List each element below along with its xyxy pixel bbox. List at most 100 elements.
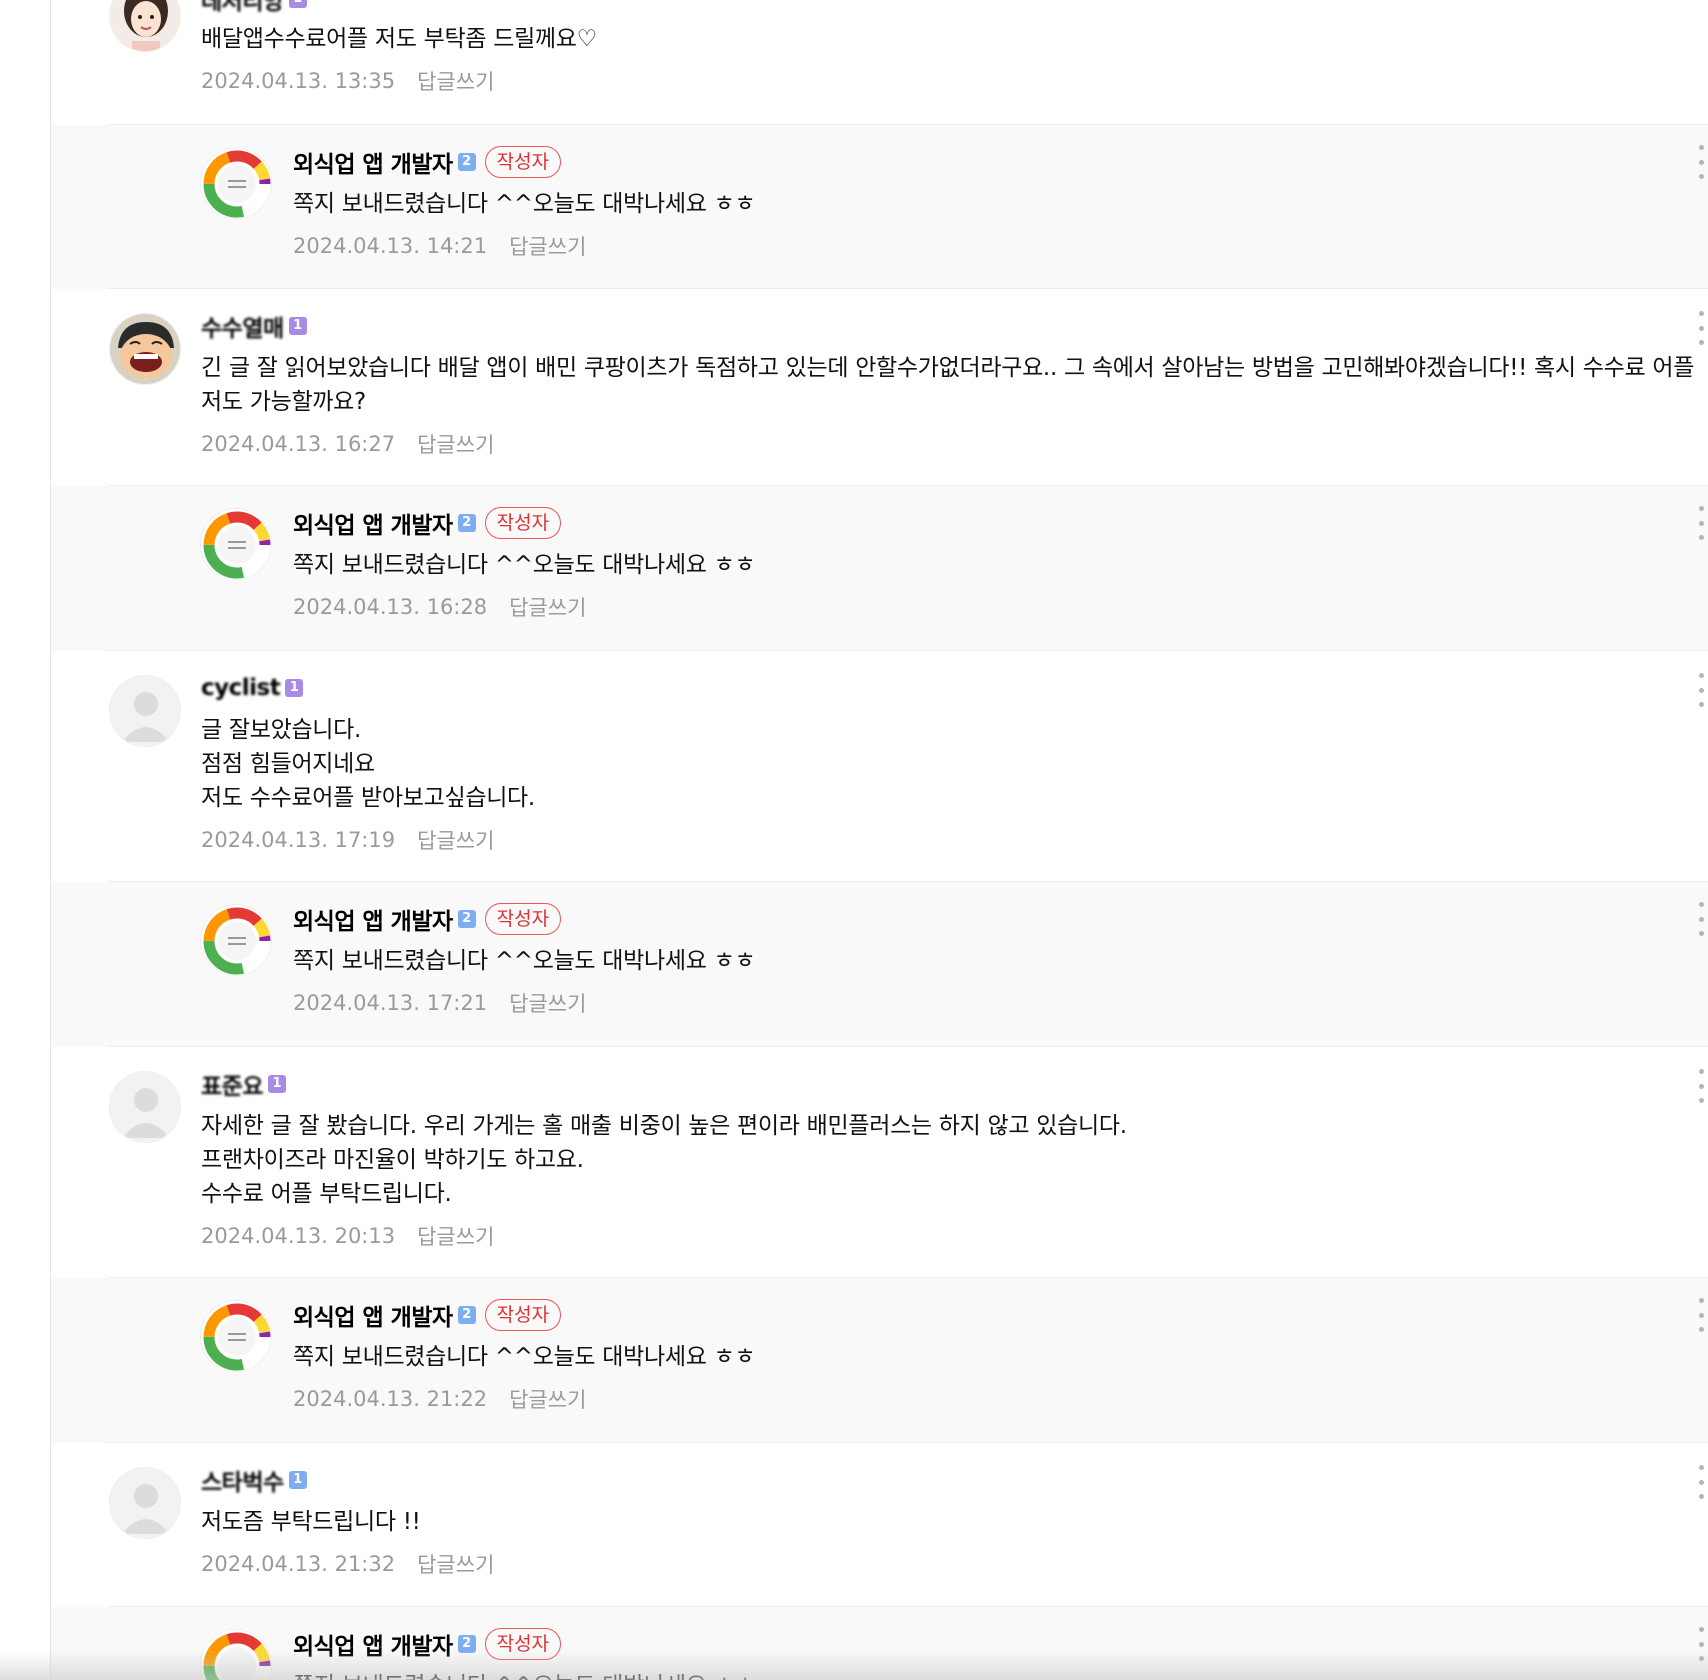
reply-button[interactable]: 답글쓰기	[509, 231, 586, 261]
reply-button[interactable]: 답글쓰기	[417, 1221, 494, 1251]
author-avatar[interactable]	[200, 508, 272, 580]
nickname-row: 스타벅수 1	[201, 1463, 307, 1497]
comment-item: 수수열매 1 긴 글 잘 읽어보았습니다 배달 앱이 배민 쿠팡이츠가 독점하고…	[51, 289, 1708, 486]
more-options-icon[interactable]	[1696, 145, 1706, 179]
comment-text: 배달앱수수료어플 저도 부탁좀 드릴께요♡	[201, 26, 597, 52]
author-avatar[interactable]	[200, 147, 272, 219]
nickname[interactable]: 수수열매	[201, 309, 284, 343]
nickname[interactable]: 외식업 앱 개발자	[293, 145, 453, 179]
reply-item: 외식업 앱 개발자 2 작성자 쪽지 보내드렸습니다 ^^오늘도 대박나세요 ㅎ…	[51, 1278, 1708, 1443]
comment-meta: 2024.04.13. 13:35 답글쓰기	[201, 66, 494, 96]
comment-item: 스타벅수 1 저도즘 부탁드립니다 !! 2024.04.13. 21:32 답…	[51, 1443, 1708, 1607]
comment-meta: 2024.04.13. 17:19 답글쓰기	[201, 825, 494, 855]
more-options-icon[interactable]	[1696, 1069, 1706, 1103]
cartoon-face-icon	[110, 314, 180, 384]
author-badge: 작성자	[484, 1628, 562, 1660]
comment-item: 데저리앙 1 배달앱수수료어플 저도 부탁좀 드릴께요♡ 2024.04.13.…	[51, 0, 1708, 125]
reply-button[interactable]: 답글쓰기	[509, 988, 586, 1018]
comment-meta: 2024.04.13. 16:28 답글쓰기	[293, 592, 586, 622]
reply-item: 외식업 앱 개발자 2 작성자 쪽지 보내드렸습니다 ^^오늘도 대박나세요 ㅎ…	[51, 486, 1708, 651]
avatar[interactable]	[109, 1071, 181, 1143]
comment-date: 2024.04.13. 14:21	[293, 234, 488, 258]
level-badge: 1	[267, 1075, 286, 1093]
reply-button[interactable]: 답글쓰기	[417, 66, 494, 96]
nickname-row: 표준요 1	[201, 1067, 286, 1101]
nickname-row: 외식업 앱 개발자 2 작성자	[293, 902, 562, 936]
comment-meta: 2024.04.13. 14:21 답글쓰기	[293, 231, 586, 261]
comment-text: 저도즘 부탁드립니다 !!	[201, 1509, 421, 1535]
comment-text: 자세한 글 잘 봤습니다. 우리 가게는 홀 매출 비중이 높은 편이라 배민플…	[201, 1113, 1127, 1207]
reply-item: 외식업 앱 개발자 2 작성자 쪽지 보내드렸습니다 ^^오늘도 대박나세요 ㅎ…	[51, 125, 1708, 289]
avatar[interactable]	[109, 1467, 181, 1539]
more-options-icon[interactable]	[1696, 1627, 1706, 1661]
comment-text: 쪽지 보내드렸습니다 ^^오늘도 대박나세요 ㅎㅎ	[293, 948, 756, 974]
nickname-row: 수수열매 1	[201, 309, 307, 343]
level-badge: 2	[457, 514, 476, 532]
author-badge: 작성자	[484, 1299, 562, 1331]
reply-item: 외식업 앱 개발자 2 작성자 쪽지 보내드렸습니다 ^^오늘도 대박나세요 ㅎ…	[51, 1607, 1708, 1680]
more-options-icon[interactable]	[1696, 673, 1706, 707]
avatar[interactable]	[109, 675, 181, 747]
comment-text: 긴 글 잘 읽어보았습니다 배달 앱이 배민 쿠팡이츠가 독점하고 있는데 안할…	[201, 355, 1702, 415]
author-avatar[interactable]	[200, 1300, 272, 1372]
level-badge: 2	[457, 153, 476, 171]
reply-button[interactable]: 답글쓰기	[509, 1384, 586, 1414]
girl-portrait-icon	[110, 0, 180, 51]
reply-button[interactable]: 답글쓰기	[417, 1549, 494, 1579]
comment-meta: 2024.04.13. 17:21 답글쓰기	[293, 988, 586, 1018]
comment-item: 표준요 1 자세한 글 잘 봤습니다. 우리 가게는 홀 매출 비중이 높은 편…	[51, 1047, 1708, 1278]
avatar[interactable]	[109, 313, 181, 385]
avatar[interactable]	[109, 0, 181, 52]
nickname[interactable]: 외식업 앱 개발자	[293, 1298, 453, 1332]
default-user-icon	[110, 1072, 180, 1142]
more-options-icon[interactable]	[1696, 902, 1706, 936]
more-options-icon[interactable]	[1696, 1298, 1706, 1332]
nickname[interactable]: 외식업 앱 개발자	[293, 902, 453, 936]
comment-date: 2024.04.13. 21:22	[293, 1387, 488, 1411]
nickname-row: 데저리앙 1	[201, 0, 307, 16]
author-badge: 작성자	[484, 146, 562, 178]
comment-text: 쪽지 보내드렸습니다 ^^오늘도 대박나세요 ㅎㅎ	[293, 1669, 1693, 1680]
author-badge: 작성자	[484, 903, 562, 935]
comment-list-page: 데저리앙 1 배달앱수수료어플 저도 부탁좀 드릴께요♡ 2024.04.13.…	[0, 0, 1708, 1680]
reply-button[interactable]: 답글쓰기	[417, 429, 494, 459]
level-badge: 2	[457, 1306, 476, 1324]
comment-date: 2024.04.13. 20:13	[201, 1224, 396, 1248]
level-badge: 2	[457, 1635, 476, 1653]
nickname[interactable]: 표준요	[201, 1067, 263, 1101]
nickname-row: 외식업 앱 개발자 2 작성자	[293, 506, 562, 540]
nickname[interactable]: 데저리앙	[201, 0, 284, 16]
nickname[interactable]: 스타벅수	[201, 1463, 284, 1497]
comment-item: cyclist 1 글 잘보았습니다. 점점 힘들어지네요 저도 수수료어플 받…	[51, 651, 1708, 882]
comment-text: 쪽지 보내드렸습니다 ^^오늘도 대박나세요 ㅎㅎ	[293, 191, 756, 217]
default-user-icon	[110, 1468, 180, 1538]
author-avatar[interactable]	[200, 1629, 272, 1680]
comment-meta: 2024.04.13. 16:27 답글쓰기	[201, 429, 494, 459]
nickname-row: 외식업 앱 개발자 2 작성자	[293, 1298, 562, 1332]
donut-chart-logo-icon	[201, 509, 271, 579]
comment-meta: 2024.04.13. 21:32 답글쓰기	[201, 1549, 494, 1579]
nickname[interactable]: 외식업 앱 개발자	[293, 506, 453, 540]
more-options-icon[interactable]	[1696, 1465, 1706, 1499]
default-user-icon	[110, 676, 180, 746]
more-options-icon[interactable]	[1696, 311, 1706, 345]
reply-button[interactable]: 답글쓰기	[509, 592, 586, 622]
comment-date: 2024.04.13. 16:28	[293, 595, 488, 619]
comment-date: 2024.04.13. 17:21	[293, 991, 488, 1015]
donut-chart-logo-icon	[201, 1630, 271, 1680]
more-options-icon[interactable]	[1696, 506, 1706, 540]
nickname-row: cyclist 1	[201, 671, 304, 705]
comment-text: 쪽지 보내드렸습니다 ^^오늘도 대박나세요 ㅎㅎ	[293, 1344, 756, 1370]
level-badge: 1	[288, 317, 307, 335]
reply-button[interactable]: 답글쓰기	[417, 825, 494, 855]
comment-date: 2024.04.13. 21:32	[201, 1552, 396, 1576]
level-badge: 1	[288, 0, 307, 8]
author-avatar[interactable]	[200, 904, 272, 976]
comment-date: 2024.04.13. 13:35	[201, 69, 396, 93]
nickname[interactable]: cyclist	[201, 675, 281, 701]
comment-date: 2024.04.13. 17:19	[201, 828, 396, 852]
nickname-row: 외식업 앱 개발자 2 작성자	[293, 1627, 562, 1661]
comment-text: 글 잘보았습니다. 점점 힘들어지네요 저도 수수료어플 받아보고싶습니다.	[201, 717, 535, 811]
nickname[interactable]: 외식업 앱 개발자	[293, 1627, 453, 1661]
comment-text: 쪽지 보내드렸습니다 ^^오늘도 대박나세요 ㅎㅎ	[293, 552, 756, 578]
